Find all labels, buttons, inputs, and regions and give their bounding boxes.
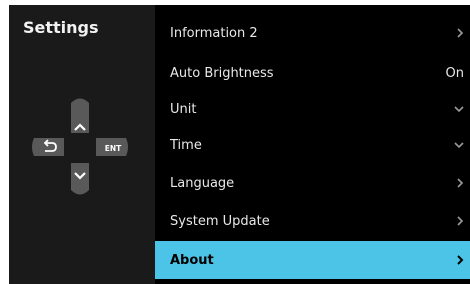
enter-label: ENT: [105, 144, 122, 153]
menu-item-value: On: [445, 65, 464, 81]
dpad-up-button[interactable]: [71, 98, 89, 134]
menu-item-label: Time: [170, 137, 202, 153]
menu-item-auto-brightness[interactable]: Auto Brightness On: [155, 55, 470, 91]
menu-item-label: System Update: [170, 213, 270, 229]
dpad-control: ENT: [9, 5, 155, 284]
chevron-right-icon: [456, 28, 464, 38]
menu-item-label: Information 2: [170, 25, 258, 41]
chevron-down-icon: [454, 141, 464, 149]
chevron-right-icon: [456, 178, 464, 188]
dpad-down-button[interactable]: [71, 163, 89, 195]
menu-item-information-2[interactable]: Information 2: [155, 15, 470, 51]
chevron-right-icon: [456, 216, 464, 226]
settings-screen: Settings ENT Information 2 Auto Brightne…: [9, 5, 470, 284]
dpad-enter-button[interactable]: ENT: [96, 138, 128, 156]
menu-item-time[interactable]: Time: [155, 127, 470, 163]
menu-item-label: Auto Brightness: [170, 65, 274, 81]
menu-item-unit[interactable]: Unit: [155, 91, 470, 127]
chevron-right-icon: [456, 255, 464, 265]
menu-item-label: Language: [170, 175, 235, 191]
menu-item-system-update[interactable]: System Update: [155, 203, 470, 239]
menu-item-about[interactable]: About: [155, 241, 470, 279]
menu-item-label: Unit: [170, 101, 197, 117]
left-panel: Settings ENT: [9, 5, 155, 284]
settings-menu: Information 2 Auto Brightness On Unit Ti…: [155, 5, 470, 284]
menu-item-language[interactable]: Language: [155, 165, 470, 201]
chevron-down-icon: [454, 105, 464, 113]
dpad-back-button[interactable]: [32, 138, 64, 156]
menu-item-label: About: [170, 252, 214, 268]
